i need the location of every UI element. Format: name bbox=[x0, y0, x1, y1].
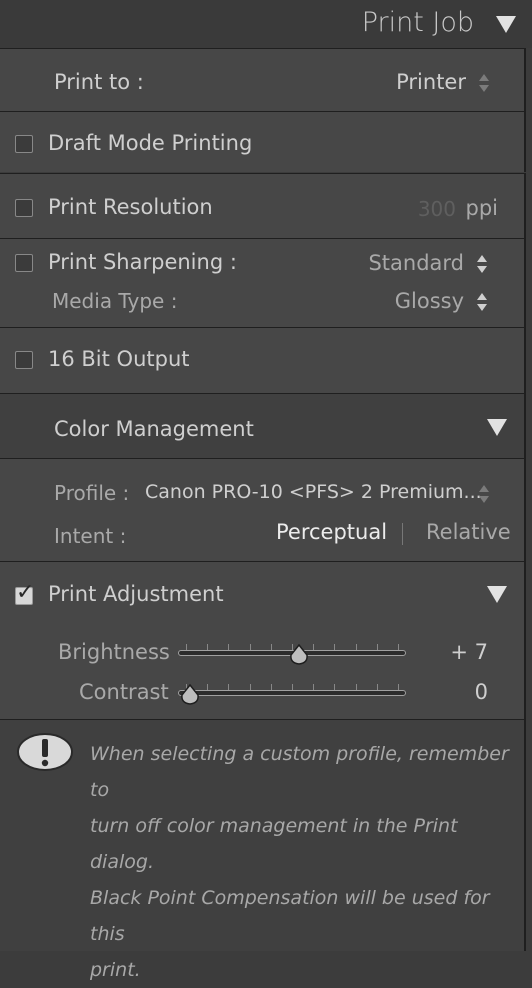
slider-tick bbox=[207, 684, 208, 690]
slider-tick bbox=[377, 644, 378, 650]
info-line: turn off color management in the Print d… bbox=[90, 815, 458, 873]
slider-tick bbox=[398, 644, 399, 650]
bit-output-section: 16 Bit Output bbox=[0, 327, 526, 393]
slider-tick bbox=[271, 684, 272, 690]
slider-tick bbox=[228, 684, 229, 690]
print-resolution-unit: ppi bbox=[465, 196, 499, 220]
collapse-triangle-icon[interactable] bbox=[496, 16, 516, 33]
draft-mode-checkbox[interactable] bbox=[15, 135, 33, 153]
slider-tick bbox=[356, 684, 357, 690]
print-to-select[interactable]: Printer bbox=[396, 70, 466, 94]
brightness-label: Brightness bbox=[58, 640, 170, 664]
slider-tick bbox=[271, 644, 272, 650]
slider-tick bbox=[292, 684, 293, 690]
profile-label: Profile : bbox=[54, 481, 130, 505]
media-type-label: Media Type : bbox=[52, 289, 178, 313]
slider-tick bbox=[186, 644, 187, 650]
media-type-stepper-icon[interactable] bbox=[477, 293, 488, 311]
print-resolution-value[interactable]: 300 bbox=[418, 197, 456, 221]
slider-track[interactable] bbox=[178, 690, 406, 696]
print-adjustment-collapse-icon[interactable] bbox=[487, 586, 507, 603]
slider-tick bbox=[334, 684, 335, 690]
slider-thumb[interactable] bbox=[289, 644, 309, 665]
info-line: print. bbox=[90, 959, 141, 981]
slider-tick bbox=[250, 684, 251, 690]
intent-relative-option[interactable]: Relative bbox=[426, 520, 511, 544]
brightness-value[interactable]: + 7 bbox=[450, 640, 488, 664]
slider-tick bbox=[250, 644, 251, 650]
print-sharpening-select[interactable]: Standard bbox=[368, 251, 464, 275]
slider-tick bbox=[356, 644, 357, 650]
slider-tick bbox=[313, 644, 314, 650]
bit-output-checkbox[interactable] bbox=[15, 351, 33, 369]
checkmark-icon: ✓ bbox=[16, 580, 35, 605]
slider-tick bbox=[398, 684, 399, 690]
print-resolution-section: Print Resolution 300 ppi bbox=[0, 173, 526, 238]
draft-mode-section: Draft Mode Printing bbox=[0, 111, 526, 172]
print-adjustment-label: Print Adjustment bbox=[48, 582, 224, 606]
info-line: Black Point Compensation will be used fo… bbox=[90, 887, 490, 945]
panel-title: Print Job bbox=[361, 7, 474, 38]
slider-thumb[interactable] bbox=[180, 684, 200, 705]
slider-tick bbox=[377, 684, 378, 690]
print-adjustment-section: ✓ Print Adjustment Brightness + 7 Contra… bbox=[0, 561, 526, 719]
info-note: When selecting a custom profile, remembe… bbox=[90, 736, 510, 988]
profile-stepper-icon[interactable] bbox=[479, 485, 490, 503]
print-sharpening-stepper-icon[interactable] bbox=[477, 255, 488, 273]
media-type-select[interactable]: Glossy bbox=[395, 289, 464, 313]
draft-mode-label: Draft Mode Printing bbox=[48, 131, 253, 155]
contrast-value[interactable]: 0 bbox=[475, 680, 488, 704]
print-sharpening-section: Print Sharpening : Standard Media Type :… bbox=[0, 238, 526, 327]
print-resolution-label: Print Resolution bbox=[48, 195, 213, 219]
intent-divider bbox=[402, 523, 403, 545]
contrast-slider[interactable] bbox=[178, 684, 406, 708]
print-resolution-checkbox[interactable] bbox=[15, 199, 33, 217]
color-management-title: Color Management bbox=[54, 417, 254, 441]
color-management-section: Profile : Canon PRO-10 <PFS> 2 Premium..… bbox=[0, 458, 526, 561]
contrast-label: Contrast bbox=[79, 680, 169, 704]
print-to-label: Print to : bbox=[54, 70, 144, 94]
print-job-panel: Print Job Print to : Printer Draft Mode … bbox=[0, 0, 532, 981]
color-management-collapse-icon[interactable] bbox=[487, 419, 507, 436]
bit-output-label: 16 Bit Output bbox=[48, 347, 190, 371]
color-management-header[interactable]: Color Management bbox=[0, 393, 526, 458]
panel-header[interactable]: Print Job bbox=[0, 0, 532, 48]
slider-tick bbox=[313, 684, 314, 690]
info-line: When selecting a custom profile, remembe… bbox=[90, 743, 509, 801]
slider-tick bbox=[334, 644, 335, 650]
print-sharpening-checkbox[interactable] bbox=[15, 254, 33, 272]
print-to-section: Print to : Printer bbox=[0, 48, 526, 111]
slider-tick bbox=[228, 644, 229, 650]
intent-perceptual-option[interactable]: Perceptual bbox=[276, 520, 387, 544]
intent-label: Intent : bbox=[54, 524, 127, 548]
profile-select[interactable]: Canon PRO-10 <PFS> 2 Premium... bbox=[145, 481, 482, 503]
print-sharpening-label: Print Sharpening : bbox=[48, 250, 237, 274]
slider-tick bbox=[207, 644, 208, 650]
brightness-slider[interactable] bbox=[178, 644, 406, 668]
print-to-stepper-icon[interactable] bbox=[479, 74, 490, 92]
exclamation-icon bbox=[16, 732, 74, 772]
